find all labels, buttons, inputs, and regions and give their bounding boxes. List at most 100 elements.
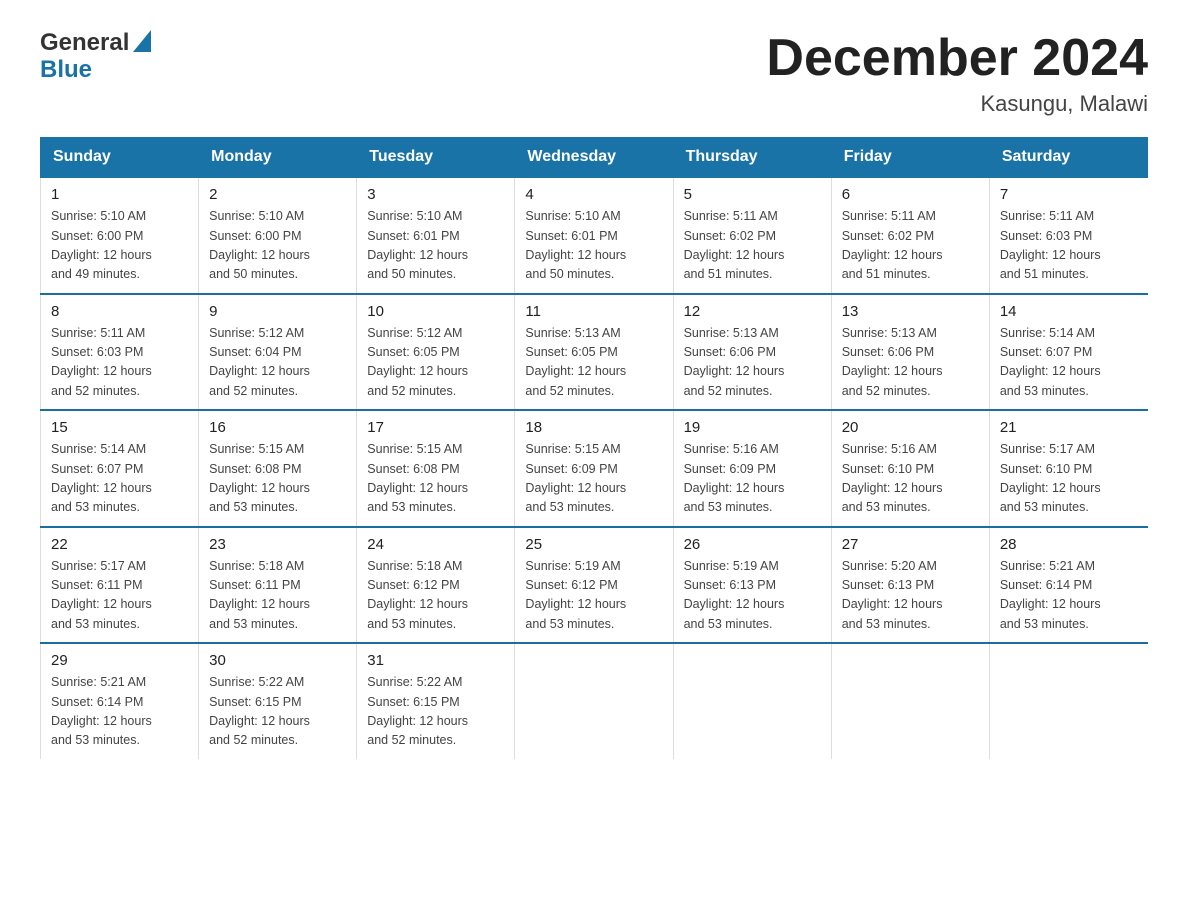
day-info: Sunrise: 5:14 AMSunset: 6:07 PMDaylight:… <box>51 440 188 518</box>
page-header: General Blue December 2024 Kasungu, Mala… <box>40 30 1148 117</box>
day-number: 26 <box>684 536 821 553</box>
day-info: Sunrise: 5:10 AMSunset: 6:01 PMDaylight:… <box>367 207 504 285</box>
day-info: Sunrise: 5:21 AMSunset: 6:14 PMDaylight:… <box>51 673 188 751</box>
header-monday: Monday <box>199 138 357 178</box>
calendar-table: SundayMondayTuesdayWednesdayThursdayFrid… <box>40 137 1148 759</box>
header-saturday: Saturday <box>989 138 1147 178</box>
day-info: Sunrise: 5:12 AMSunset: 6:05 PMDaylight:… <box>367 324 504 402</box>
day-info: Sunrise: 5:12 AMSunset: 6:04 PMDaylight:… <box>209 324 346 402</box>
day-info: Sunrise: 5:15 AMSunset: 6:08 PMDaylight:… <box>209 440 346 518</box>
day-info: Sunrise: 5:10 AMSunset: 6:00 PMDaylight:… <box>51 207 188 285</box>
day-info: Sunrise: 5:13 AMSunset: 6:06 PMDaylight:… <box>842 324 979 402</box>
day-info: Sunrise: 5:15 AMSunset: 6:09 PMDaylight:… <box>525 440 662 518</box>
calendar-cell <box>515 643 673 759</box>
day-info: Sunrise: 5:10 AMSunset: 6:01 PMDaylight:… <box>525 207 662 285</box>
week-row-5: 29 Sunrise: 5:21 AMSunset: 6:14 PMDayligh… <box>41 643 1148 759</box>
calendar-header-row: SundayMondayTuesdayWednesdayThursdayFrid… <box>41 138 1148 178</box>
calendar-cell: 13 Sunrise: 5:13 AMSunset: 6:06 PMDayligh… <box>831 294 989 411</box>
title-block: December 2024 Kasungu, Malawi <box>766 30 1148 117</box>
calendar-cell: 15 Sunrise: 5:14 AMSunset: 6:07 PMDayligh… <box>41 410 199 527</box>
calendar-cell: 27 Sunrise: 5:20 AMSunset: 6:13 PMDayligh… <box>831 527 989 644</box>
day-number: 10 <box>367 303 504 320</box>
day-number: 28 <box>1000 536 1138 553</box>
calendar-cell: 22 Sunrise: 5:17 AMSunset: 6:11 PMDayligh… <box>41 527 199 644</box>
day-number: 2 <box>209 186 346 203</box>
calendar-cell: 4Sunrise: 5:10 AMSunset: 6:01 PMDaylight… <box>515 177 673 294</box>
day-number: 22 <box>51 536 188 553</box>
day-number: 24 <box>367 536 504 553</box>
calendar-cell: 30Sunrise: 5:22 AMSunset: 6:15 PMDayligh… <box>199 643 357 759</box>
day-info: Sunrise: 5:10 AMSunset: 6:00 PMDaylight:… <box>209 207 346 285</box>
day-number: 15 <box>51 419 188 436</box>
location-title: Kasungu, Malawi <box>766 91 1148 117</box>
calendar-cell: 25 Sunrise: 5:19 AMSunset: 6:12 PMDayligh… <box>515 527 673 644</box>
calendar-cell: 18 Sunrise: 5:15 AMSunset: 6:09 PMDayligh… <box>515 410 673 527</box>
day-number: 9 <box>209 303 346 320</box>
week-row-4: 22 Sunrise: 5:17 AMSunset: 6:11 PMDayligh… <box>41 527 1148 644</box>
week-row-3: 15 Sunrise: 5:14 AMSunset: 6:07 PMDayligh… <box>41 410 1148 527</box>
header-sunday: Sunday <box>41 138 199 178</box>
week-row-2: 8 Sunrise: 5:11 AMSunset: 6:03 PMDaylight… <box>41 294 1148 411</box>
day-info: Sunrise: 5:19 AMSunset: 6:12 PMDaylight:… <box>525 557 662 635</box>
calendar-cell <box>989 643 1147 759</box>
calendar-cell: 3 Sunrise: 5:10 AMSunset: 6:01 PMDaylight… <box>357 177 515 294</box>
calendar-cell: 14 Sunrise: 5:14 AMSunset: 6:07 PMDayligh… <box>989 294 1147 411</box>
calendar-cell: 28 Sunrise: 5:21 AMSunset: 6:14 PMDayligh… <box>989 527 1147 644</box>
calendar-cell: 23 Sunrise: 5:18 AMSunset: 6:11 PMDayligh… <box>199 527 357 644</box>
day-number: 31 <box>367 652 504 669</box>
day-info: Sunrise: 5:11 AMSunset: 6:02 PMDaylight:… <box>684 207 821 285</box>
day-number: 23 <box>209 536 346 553</box>
day-number: 18 <box>525 419 662 436</box>
calendar-cell: 7Sunrise: 5:11 AMSunset: 6:03 PMDaylight… <box>989 177 1147 294</box>
day-number: 6 <box>842 186 979 203</box>
day-number: 27 <box>842 536 979 553</box>
day-number: 21 <box>1000 419 1138 436</box>
logo-triangle-icon <box>133 30 151 57</box>
calendar-cell: 9 Sunrise: 5:12 AMSunset: 6:04 PMDaylight… <box>199 294 357 411</box>
day-info: Sunrise: 5:13 AMSunset: 6:05 PMDaylight:… <box>525 324 662 402</box>
calendar-cell <box>673 643 831 759</box>
calendar-cell: 6 Sunrise: 5:11 AMSunset: 6:02 PMDaylight… <box>831 177 989 294</box>
day-number: 25 <box>525 536 662 553</box>
day-info: Sunrise: 5:20 AMSunset: 6:13 PMDaylight:… <box>842 557 979 635</box>
day-number: 3 <box>367 186 504 203</box>
calendar-cell: 10 Sunrise: 5:12 AMSunset: 6:05 PMDayligh… <box>357 294 515 411</box>
day-info: Sunrise: 5:14 AMSunset: 6:07 PMDaylight:… <box>1000 324 1138 402</box>
calendar-cell: 11Sunrise: 5:13 AMSunset: 6:05 PMDayligh… <box>515 294 673 411</box>
day-info: Sunrise: 5:16 AMSunset: 6:09 PMDaylight:… <box>684 440 821 518</box>
day-number: 19 <box>684 419 821 436</box>
day-number: 12 <box>684 303 821 320</box>
day-info: Sunrise: 5:17 AMSunset: 6:11 PMDaylight:… <box>51 557 188 635</box>
month-title: December 2024 <box>766 30 1148 87</box>
calendar-cell: 19 Sunrise: 5:16 AMSunset: 6:09 PMDayligh… <box>673 410 831 527</box>
day-info: Sunrise: 5:21 AMSunset: 6:14 PMDaylight:… <box>1000 557 1138 635</box>
day-number: 17 <box>367 419 504 436</box>
day-info: Sunrise: 5:17 AMSunset: 6:10 PMDaylight:… <box>1000 440 1138 518</box>
day-info: Sunrise: 5:18 AMSunset: 6:12 PMDaylight:… <box>367 557 504 635</box>
day-info: Sunrise: 5:13 AMSunset: 6:06 PMDaylight:… <box>684 324 821 402</box>
header-thursday: Thursday <box>673 138 831 178</box>
day-number: 29 <box>51 652 188 669</box>
calendar-cell: 17 Sunrise: 5:15 AMSunset: 6:08 PMDayligh… <box>357 410 515 527</box>
day-number: 5 <box>684 186 821 203</box>
header-wednesday: Wednesday <box>515 138 673 178</box>
day-info: Sunrise: 5:11 AMSunset: 6:02 PMDaylight:… <box>842 207 979 285</box>
day-number: 8 <box>51 303 188 320</box>
week-row-1: 1Sunrise: 5:10 AMSunset: 6:00 PMDaylight… <box>41 177 1148 294</box>
day-info: Sunrise: 5:22 AMSunset: 6:15 PMDaylight:… <box>367 673 504 751</box>
day-info: Sunrise: 5:11 AMSunset: 6:03 PMDaylight:… <box>51 324 188 402</box>
calendar-cell: 31 Sunrise: 5:22 AMSunset: 6:15 PMDayligh… <box>357 643 515 759</box>
day-number: 30 <box>209 652 346 669</box>
day-info: Sunrise: 5:18 AMSunset: 6:11 PMDaylight:… <box>209 557 346 635</box>
day-info: Sunrise: 5:15 AMSunset: 6:08 PMDaylight:… <box>367 440 504 518</box>
calendar-cell: 24 Sunrise: 5:18 AMSunset: 6:12 PMDayligh… <box>357 527 515 644</box>
calendar-cell: 16Sunrise: 5:15 AMSunset: 6:08 PMDayligh… <box>199 410 357 527</box>
calendar-cell: 29 Sunrise: 5:21 AMSunset: 6:14 PMDayligh… <box>41 643 199 759</box>
calendar-cell: 2 Sunrise: 5:10 AMSunset: 6:00 PMDaylight… <box>199 177 357 294</box>
day-number: 14 <box>1000 303 1138 320</box>
logo-blue-text: Blue <box>40 57 151 83</box>
calendar-cell: 8 Sunrise: 5:11 AMSunset: 6:03 PMDaylight… <box>41 294 199 411</box>
day-number: 13 <box>842 303 979 320</box>
day-info: Sunrise: 5:11 AMSunset: 6:03 PMDaylight:… <box>1000 207 1138 285</box>
calendar-cell: 5 Sunrise: 5:11 AMSunset: 6:02 PMDaylight… <box>673 177 831 294</box>
